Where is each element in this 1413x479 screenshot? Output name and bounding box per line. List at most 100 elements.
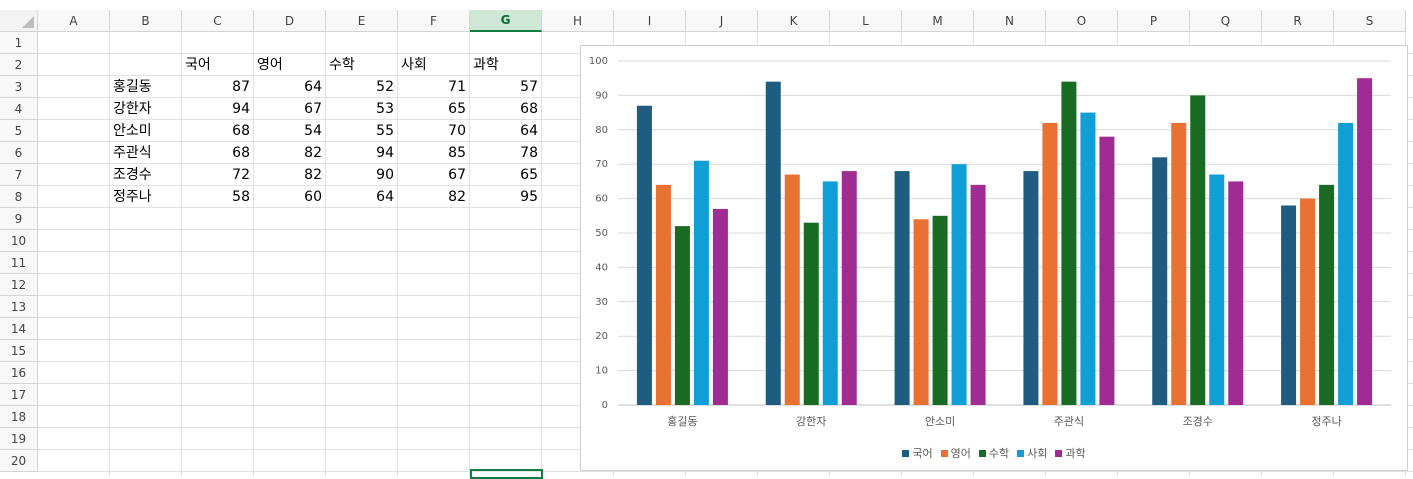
- score-cell[interactable]: 82: [254, 164, 325, 186]
- row-header-2[interactable]: 2: [0, 54, 38, 76]
- score-cell[interactable]: 68: [182, 120, 253, 142]
- column-header-i[interactable]: I: [614, 10, 686, 32]
- column-header-f[interactable]: F: [398, 10, 470, 32]
- row-gridline: [38, 471, 1413, 472]
- score-cell[interactable]: 85: [398, 142, 469, 164]
- score-cell[interactable]: 54: [254, 120, 325, 142]
- chart-legend: 국어 영어 수학 사회 과학: [581, 445, 1407, 461]
- row-header-20[interactable]: 20: [0, 450, 38, 472]
- column-header-d[interactable]: D: [254, 10, 326, 32]
- row-header-12[interactable]: 12: [0, 274, 38, 296]
- column-header-c[interactable]: C: [182, 10, 254, 32]
- row-header-9[interactable]: 9: [0, 208, 38, 230]
- column-header-n[interactable]: N: [974, 10, 1046, 32]
- row-header-5[interactable]: 5: [0, 120, 38, 142]
- column-header-p[interactable]: P: [1118, 10, 1190, 32]
- score-cell[interactable]: 90: [326, 164, 397, 186]
- row-header-10[interactable]: 10: [0, 230, 38, 252]
- score-cell[interactable]: 68: [470, 98, 541, 120]
- row-header-17[interactable]: 17: [0, 384, 38, 406]
- score-cell[interactable]: 55: [326, 120, 397, 142]
- score-cell[interactable]: 95: [470, 186, 541, 208]
- bar-국어-주관식: [1023, 171, 1039, 405]
- header-cell[interactable]: 사회: [398, 54, 469, 76]
- score-cell[interactable]: 94: [182, 98, 253, 120]
- row-header-3[interactable]: 3: [0, 76, 38, 98]
- row-header-7[interactable]: 7: [0, 164, 38, 186]
- legend-item[interactable]: 국어: [902, 445, 933, 461]
- column-header-l[interactable]: L: [830, 10, 902, 32]
- score-cell[interactable]: 70: [398, 120, 469, 142]
- row-header-4[interactable]: 4: [0, 98, 38, 120]
- column-header-a[interactable]: A: [38, 10, 110, 32]
- spreadsheet-grid[interactable]: ABCDEFGHIJKLMNOPQRS 1 2 3 4 5 6 7 8 9 10 11 12 13 14 1…: [0, 0, 1413, 479]
- column-header-m[interactable]: M: [902, 10, 974, 32]
- score-cell[interactable]: 67: [398, 164, 469, 186]
- column-header-q[interactable]: Q: [1190, 10, 1262, 32]
- score-cell[interactable]: 94: [326, 142, 397, 164]
- legend-swatch: [1055, 449, 1063, 457]
- column-header-s[interactable]: S: [1334, 10, 1406, 32]
- legend-item[interactable]: 수학: [978, 445, 1009, 461]
- legend-swatch: [940, 449, 948, 457]
- score-cell[interactable]: 72: [182, 164, 253, 186]
- active-cell-selection[interactable]: [470, 469, 543, 479]
- name-cell[interactable]: 정주나: [110, 186, 181, 208]
- name-cell[interactable]: 강한자: [110, 98, 181, 120]
- score-cell[interactable]: 64: [254, 76, 325, 98]
- column-header-e[interactable]: E: [326, 10, 398, 32]
- bar-국어-안소미: [894, 171, 910, 405]
- header-cell[interactable]: 국어: [182, 54, 253, 76]
- row-header-15[interactable]: 15: [0, 340, 38, 362]
- row-header-19[interactable]: 19: [0, 428, 38, 450]
- column-header-r[interactable]: R: [1262, 10, 1334, 32]
- name-cell[interactable]: 조경수: [110, 164, 181, 186]
- score-cell[interactable]: 87: [182, 76, 253, 98]
- score-cell[interactable]: 68: [182, 142, 253, 164]
- column-header-h[interactable]: H: [542, 10, 614, 32]
- row-header-8[interactable]: 8: [0, 186, 38, 208]
- score-cell[interactable]: 82: [254, 142, 325, 164]
- score-cell[interactable]: 57: [470, 76, 541, 98]
- name-cell[interactable]: 안소미: [110, 120, 181, 142]
- score-cell[interactable]: 71: [398, 76, 469, 98]
- legend-item[interactable]: 과학: [1055, 445, 1086, 461]
- row-header-14[interactable]: 14: [0, 318, 38, 340]
- score-cell[interactable]: 64: [326, 186, 397, 208]
- name-cell[interactable]: 주관식: [110, 142, 181, 164]
- score-cell[interactable]: 64: [470, 120, 541, 142]
- bar-수학-강한자: [803, 222, 819, 405]
- column-header-o[interactable]: O: [1046, 10, 1118, 32]
- row-header-6[interactable]: 6: [0, 142, 38, 164]
- column-chart[interactable]: 0 10 20 30 40 50 60 70 80 90 100 홍길동 강한자 안소미 주관식 조경수 정주나…: [580, 45, 1408, 471]
- score-cell[interactable]: 82: [398, 186, 469, 208]
- legend-item[interactable]: 사회: [1017, 445, 1047, 461]
- column-header-j[interactable]: J: [686, 10, 758, 32]
- legend-item[interactable]: 영어: [940, 445, 971, 461]
- score-cell[interactable]: 53: [326, 98, 397, 120]
- column-header-b[interactable]: B: [110, 10, 182, 32]
- row-header-13[interactable]: 13: [0, 296, 38, 318]
- score-cell[interactable]: 58: [182, 186, 253, 208]
- y-tick-label: 20: [595, 331, 608, 342]
- row-header-11[interactable]: 11: [0, 252, 38, 274]
- header-cell[interactable]: 과학: [470, 54, 541, 76]
- row-header-1[interactable]: 1: [0, 32, 38, 54]
- bar-영어-강한자: [784, 174, 800, 405]
- score-cell[interactable]: 78: [470, 142, 541, 164]
- row-header-18[interactable]: 18: [0, 406, 38, 428]
- score-cell[interactable]: 67: [254, 98, 325, 120]
- bar-국어-강한자: [765, 81, 781, 405]
- header-cell[interactable]: 영어: [254, 54, 325, 76]
- column-header-k[interactable]: K: [758, 10, 830, 32]
- score-cell[interactable]: 65: [398, 98, 469, 120]
- score-cell[interactable]: 52: [326, 76, 397, 98]
- name-cell[interactable]: 홍길동: [110, 76, 181, 98]
- column-header-g[interactable]: G: [470, 10, 542, 32]
- bar-사회-주관식: [1080, 112, 1096, 405]
- header-cell[interactable]: 수학: [326, 54, 397, 76]
- score-cell[interactable]: 60: [254, 186, 325, 208]
- row-header-16[interactable]: 16: [0, 362, 38, 384]
- select-all-corner[interactable]: [0, 10, 38, 32]
- score-cell[interactable]: 65: [470, 164, 541, 186]
